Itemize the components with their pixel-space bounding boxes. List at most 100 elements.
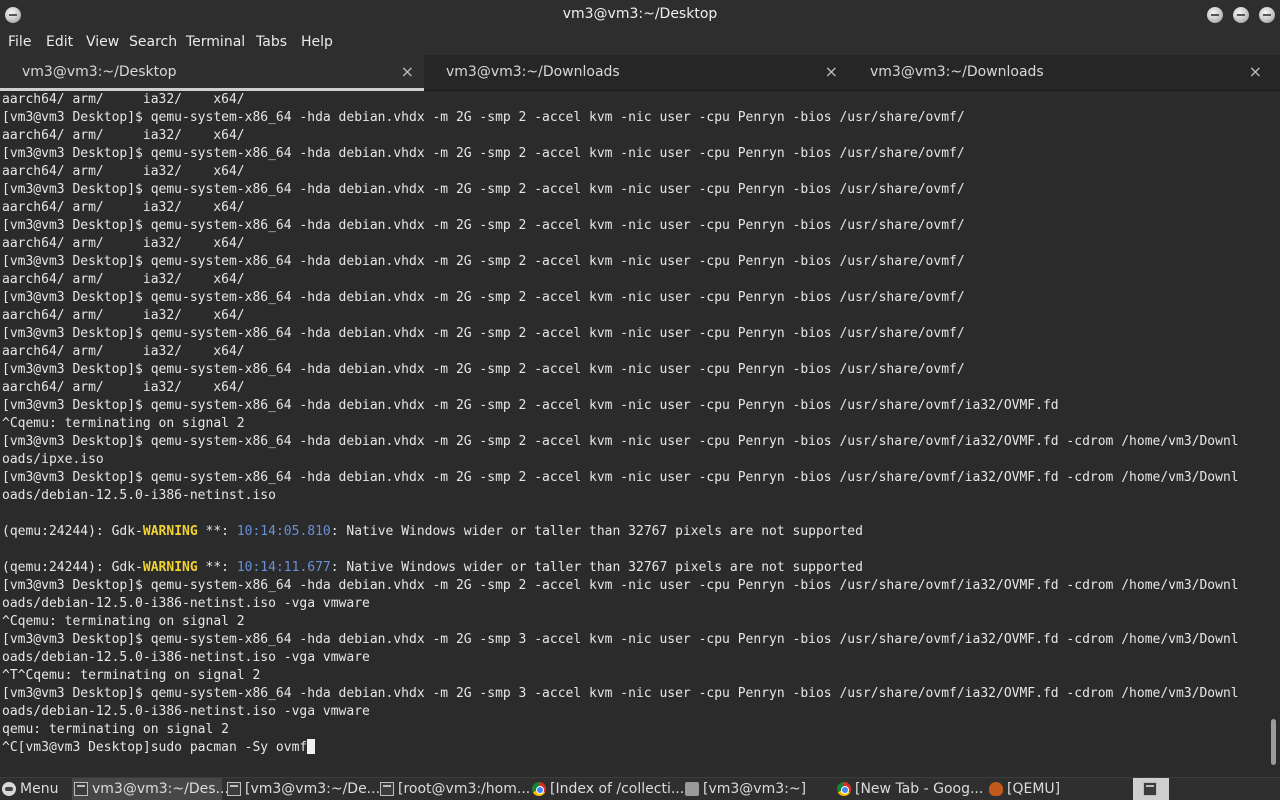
warning-text: WARNING (142, 560, 198, 575)
terminal-line: ^Cqemu: terminating on signal 2 (2, 613, 1239, 631)
terminal-text: [vm3@vm3 Desktop]$ qemu-system-x86_64 -h… (2, 398, 1059, 413)
tray-terminal-button[interactable] (1133, 778, 1169, 800)
terminal-text: aarch64/ arm/ ia32/ x64/ (2, 164, 245, 179)
terminal-line: [vm3@vm3 Desktop]$ qemu-system-x86_64 -h… (2, 145, 1239, 163)
terminal-text: [vm3@vm3 Desktop]$ qemu-system-x86_64 -h… (2, 362, 965, 377)
taskbar-item-label: [Index of /collecti... (550, 781, 685, 797)
terminal-line: aarch64/ arm/ ia32/ x64/ (2, 271, 1239, 289)
terminal-line: [vm3@vm3 Desktop]$ qemu-system-x86_64 -h… (2, 631, 1239, 649)
taskbar-item-label: [New Tab - Goog... (855, 781, 984, 797)
terminal-text: ^C[vm3@vm3 Desktop]sudo pacman -Sy ovmf (2, 740, 308, 755)
terminal-text: [vm3@vm3 Desktop]$ qemu-system-x86_64 -h… (2, 632, 1239, 647)
tab-close-icon[interactable]: × (1249, 62, 1262, 81)
menu-tabs[interactable]: Tabs (256, 34, 287, 50)
taskbar-item[interactable]: [Index of /collecti... (530, 778, 684, 800)
terminal-text: [vm3@vm3 Desktop]$ qemu-system-x86_64 -h… (2, 434, 1239, 449)
taskbar-item-label: [vm3@vm3:~] (703, 781, 807, 797)
terminal-text: [vm3@vm3 Desktop]$ qemu-system-x86_64 -h… (2, 146, 965, 161)
terminal-scrollbar[interactable] (1268, 91, 1280, 768)
terminal-text: aarch64/ arm/ ia32/ x64/ (2, 272, 245, 287)
terminal-lines: aarch64/ arm/ ia32/ x64/ [vm3@vm3 Desktop… (2, 91, 1239, 757)
terminal-text: [vm3@vm3 Desktop]$ qemu-system-x86_64 -h… (2, 182, 965, 197)
terminal-output[interactable]: aarch64/ arm/ ia32/ x64/ [vm3@vm3 Desktop… (0, 91, 1268, 768)
taskbar-item[interactable]: [New Tab - Goog... (835, 778, 985, 800)
terminal-text: aarch64/ arm/ ia32/ x64/ (2, 92, 245, 107)
terminal-text: [vm3@vm3 Desktop]$ qemu-system-x86_64 -h… (2, 290, 965, 305)
terminal-line: [vm3@vm3 Desktop]$ qemu-system-x86_64 -h… (2, 469, 1239, 487)
taskbar-item-label: [vm3@vm3:~/De... (245, 781, 381, 797)
menu-terminal[interactable]: Terminal (186, 34, 245, 50)
tab-close-icon[interactable]: × (401, 62, 414, 81)
tab-desktop[interactable]: vm3@vm3:~/Desktop × (0, 55, 424, 91)
terminal-line: [vm3@vm3 Desktop]$ qemu-system-x86_64 -h… (2, 685, 1239, 703)
terminal-icon (74, 782, 88, 796)
terminal-text: ^Cqemu: terminating on signal 2 (2, 416, 245, 431)
terminal-line: [vm3@vm3 Desktop]$ qemu-system-x86_64 -h… (2, 433, 1239, 451)
terminal-icon (227, 782, 241, 796)
terminal-text: [vm3@vm3 Desktop]$ qemu-system-x86_64 -h… (2, 326, 965, 341)
terminal-icon (1143, 782, 1157, 796)
taskbar-item-label: vm3@vm3:~/Des... (92, 781, 229, 797)
terminal-line: [vm3@vm3 Desktop]$ qemu-system-x86_64 -h… (2, 217, 1239, 235)
terminal-icon (380, 782, 394, 796)
terminal-line: qemu: terminating on signal 2 (2, 721, 1239, 739)
menu-bar: File Edit View Search Terminal Tabs Help (0, 30, 1280, 55)
taskbar-item[interactable]: [root@vm3:/hom... (378, 778, 531, 800)
terminal-line: ^T^Cqemu: terminating on signal 2 (2, 667, 1239, 685)
tab-downloads-2[interactable]: vm3@vm3:~/Downloads × (848, 55, 1272, 91)
terminal-text: oads/debian-12.5.0-i386-netinst.iso -vga… (2, 650, 370, 665)
tab-downloads[interactable]: vm3@vm3:~/Downloads × (424, 55, 848, 91)
terminal-line: [vm3@vm3 Desktop]$ qemu-system-x86_64 -h… (2, 253, 1239, 271)
terminal-line: [vm3@vm3 Desktop]$ qemu-system-x86_64 -h… (2, 181, 1239, 199)
tab-label: vm3@vm3:~/Downloads (446, 64, 620, 80)
taskbar-item-label: [QEMU] (1007, 781, 1061, 797)
scrollbar-thumb[interactable] (1271, 719, 1276, 765)
close-button[interactable] (1259, 7, 1275, 23)
qemu-icon (989, 782, 1003, 796)
taskbar-item[interactable]: vm3@vm3:~/Des... (72, 778, 229, 800)
terminal-text: aarch64/ arm/ ia32/ x64/ (2, 308, 245, 323)
terminal-text: [vm3@vm3 Desktop]$ qemu-system-x86_64 -h… (2, 686, 1239, 701)
terminal-text: [vm3@vm3 Desktop]$ qemu-system-x86_64 -h… (2, 254, 965, 269)
terminal-line: aarch64/ arm/ ia32/ x64/ (2, 163, 1239, 181)
terminal-line: aarch64/ arm/ ia32/ x64/ (2, 91, 1239, 109)
terminal-text: **: (197, 560, 237, 575)
maximize-button[interactable] (1233, 7, 1249, 23)
minimize-button[interactable] (1207, 7, 1223, 23)
terminal-line: ^Cqemu: terminating on signal 2 (2, 415, 1239, 433)
taskbar-menu-button[interactable]: Menu (0, 778, 68, 800)
terminal-text: ^T^Cqemu: terminating on signal 2 (2, 668, 261, 683)
timestamp-text: 10:14:11.677 (236, 560, 331, 575)
menu-search[interactable]: Search (129, 34, 177, 50)
terminal-text: [vm3@vm3 Desktop]$ qemu-system-x86_64 -h… (2, 110, 965, 125)
menu-icon (2, 782, 16, 796)
taskbar-item[interactable]: [QEMU] (987, 778, 1107, 800)
terminal-text: qemu: terminating on signal 2 (2, 722, 229, 737)
terminal-line: aarch64/ arm/ ia32/ x64/ (2, 307, 1239, 325)
terminal-text: (qemu:24244): Gdk- (2, 560, 143, 575)
tab-close-icon[interactable]: × (825, 62, 838, 81)
title-bar: vm3@vm3:~/Desktop (0, 0, 1280, 30)
terminal-text: aarch64/ arm/ ia32/ x64/ (2, 236, 245, 251)
menu-file[interactable]: File (8, 34, 31, 50)
tab-label: vm3@vm3:~/Desktop (22, 64, 177, 80)
terminal-line: aarch64/ arm/ ia32/ x64/ (2, 343, 1239, 361)
terminal-line: oads/ipxe.iso (2, 451, 1239, 469)
terminal-line: [vm3@vm3 Desktop]$ qemu-system-x86_64 -h… (2, 361, 1239, 379)
terminal-line: (qemu:24244): Gdk-WARNING **: 10:14:11.6… (2, 559, 1239, 577)
taskbar-item[interactable]: [vm3@vm3:~] (683, 778, 833, 800)
taskbar-item-label: [root@vm3:/hom... (398, 781, 531, 797)
menu-view[interactable]: View (86, 34, 119, 50)
terminal-text: : Native Windows wider or taller than 32… (330, 560, 863, 575)
terminal-text: [vm3@vm3 Desktop]$ qemu-system-x86_64 -h… (2, 578, 1239, 593)
taskbar-item[interactable]: [vm3@vm3:~/De... (225, 778, 380, 800)
chrome-icon (837, 782, 851, 796)
menu-edit[interactable]: Edit (46, 34, 73, 50)
menu-help[interactable]: Help (301, 34, 333, 50)
terminal-line: oads/debian-12.5.0-i386-netinst.iso (2, 487, 1239, 505)
terminal-text: aarch64/ arm/ ia32/ x64/ (2, 200, 245, 215)
terminal-text: [vm3@vm3 Desktop]$ qemu-system-x86_64 -h… (2, 470, 1239, 485)
cursor (307, 739, 316, 754)
